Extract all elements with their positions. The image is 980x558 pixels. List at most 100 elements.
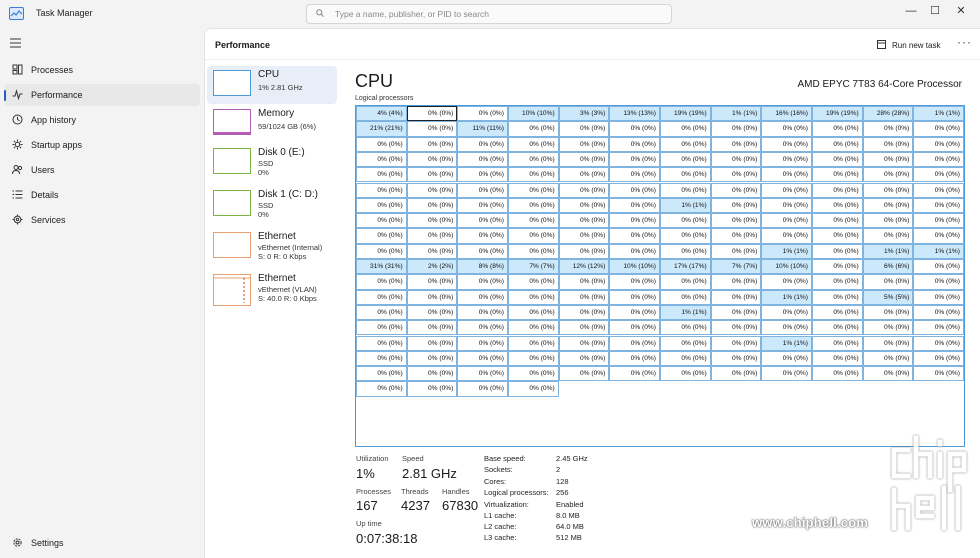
logical-processor-cell: 1% (1%)	[761, 289, 812, 305]
more-options-button[interactable]: ···	[957, 35, 972, 49]
logical-processor-cell: 0% (0%)	[406, 366, 458, 382]
logical-processor-cell: 0% (0%)	[862, 136, 914, 152]
speed-value: 2.81 GHz	[402, 466, 457, 481]
logical-processor-cell: 0% (0%)	[913, 335, 964, 351]
logical-processor-cell: 0% (0%)	[913, 289, 964, 305]
search-input[interactable]	[335, 7, 655, 21]
maximize-button[interactable]: ☐	[922, 2, 948, 20]
logical-processor-cell: 0% (0%)	[406, 335, 458, 351]
logical-processor-cell: 0% (0%)	[660, 243, 711, 259]
logical-processor-cell: 0% (0%)	[406, 274, 458, 290]
sockets-value: 2	[556, 465, 561, 474]
logical-processor-cell: 0% (0%)	[406, 106, 458, 122]
logical-processor-cell: 17% (17%)	[660, 259, 711, 275]
sidebar-item-processes[interactable]: Processes	[4, 59, 200, 81]
logical-processor-cell: 0% (0%)	[812, 350, 863, 367]
logical-processor-cell: 0% (0%)	[609, 151, 660, 168]
logical-processor-cell: 0% (0%)	[812, 259, 863, 275]
logical-processor-cell: 0% (0%)	[457, 335, 508, 351]
logical-processor-cell: 0% (0%)	[609, 274, 660, 290]
sidebar-item-app-history[interactable]: App history	[4, 109, 200, 131]
minimize-button[interactable]: —	[898, 2, 924, 20]
logical-processor-cell: 0% (0%)	[508, 304, 559, 321]
logical-processor-cell: 0% (0%)	[609, 136, 660, 152]
device-disk-0[interactable]: Disk 0 (E:) SSD 0%	[207, 144, 337, 182]
logical-processor-cell: 0% (0%)	[609, 243, 660, 259]
device-ethernet-vlan[interactable]: Ethernet vEthernet (VLAN) S: 40.0 R: 0 K…	[207, 270, 337, 308]
logical-processor-cell: 0% (0%)	[660, 136, 711, 152]
logical-processor-cell: 0% (0%)	[406, 228, 458, 244]
search-box[interactable]	[306, 4, 672, 24]
logical-processor-grid: 4% (4%) 0% (0%) 0% (0%) 10% (10%) 3% (3%) 13%…	[355, 105, 965, 447]
logical-processor-cell: 0% (0%)	[710, 213, 762, 229]
header-divider	[205, 59, 980, 60]
logical-processor-cell: 0% (0%)	[457, 167, 508, 183]
logical-processors-value: 256	[556, 488, 569, 497]
logical-processor-cell: 1% (1%)	[913, 243, 964, 259]
device-name: CPU	[258, 69, 280, 80]
logical-processor-cell: 7% (7%)	[710, 259, 762, 275]
logical-processor-cell: 0% (0%)	[558, 274, 610, 290]
close-button[interactable]: ✕	[948, 2, 974, 20]
logical-processor-cell: 0% (0%)	[558, 243, 610, 259]
uptime-label: Up time	[356, 519, 382, 528]
logical-processor-cell: 0% (0%)	[761, 167, 812, 183]
logical-processor-cell: 8% (8%)	[457, 259, 508, 275]
users-icon	[12, 165, 23, 175]
sidebar-item-details[interactable]: Details	[4, 184, 200, 206]
device-detail: 0%	[258, 210, 269, 219]
hamburger-menu-icon[interactable]	[10, 38, 22, 48]
logical-processor-cell: 0% (0%)	[913, 167, 964, 183]
logical-processor-cell: 0% (0%)	[558, 136, 610, 152]
logical-processor-cell: 0% (0%)	[710, 121, 762, 137]
logical-processor-cell: 0% (0%)	[913, 213, 964, 229]
device-memory[interactable]: Memory 59/1024 GB (6%)	[207, 105, 337, 143]
logical-processor-cell: 0% (0%)	[508, 182, 559, 198]
sidebar-item-users[interactable]: Users	[4, 159, 200, 181]
logical-processor-cell: 0% (0%)	[812, 304, 863, 321]
logical-processor-cell: 1% (1%)	[710, 106, 762, 122]
l2-cache-value: 64.0 MB	[556, 522, 584, 531]
logical-processor-cell: 0% (0%)	[457, 274, 508, 290]
logical-processor-cell: 0% (0%)	[862, 320, 914, 336]
performance-icon	[12, 89, 23, 100]
logical-processor-cell: 0% (0%)	[862, 366, 914, 382]
logical-processor-cell: 0% (0%)	[812, 289, 863, 305]
logical-processor-cell: 0% (0%)	[508, 366, 559, 382]
logical-processor-cell: 0% (0%)	[457, 243, 508, 259]
logical-processor-cell: 0% (0%)	[508, 213, 559, 229]
logical-processor-cell: 0% (0%)	[812, 182, 863, 198]
device-cpu[interactable]: CPU 1% 2.81 GHz	[207, 66, 337, 104]
logical-processor-cell: 0% (0%)	[660, 213, 711, 229]
logical-processor-cell: 0% (0%)	[710, 320, 762, 336]
logical-processor-cell: 1% (1%)	[761, 335, 812, 351]
sidebar-item-startup-apps[interactable]: Startup apps	[4, 134, 200, 156]
logical-processor-cell: 0% (0%)	[356, 335, 407, 351]
logical-processor-cell: 0% (0%)	[862, 304, 914, 321]
sidebar-item-label: Startup apps	[31, 140, 83, 150]
sidebar-item-settings[interactable]: Settings	[4, 532, 200, 554]
processes-value: 167	[356, 498, 378, 513]
main-panel: Performance Run new task ··· CPU 1% 2.81…	[204, 28, 980, 558]
logical-processor-cell: 4% (4%)	[356, 106, 407, 122]
sidebar-item-services[interactable]: Services	[4, 209, 200, 231]
device-disk-1[interactable]: Disk 1 (C: D:) SSD 0%	[207, 186, 337, 224]
device-ethernet-internal[interactable]: Ethernet vEthernet (Internal) S: 0 R: 0 …	[207, 228, 337, 266]
logical-processor-cell: 0% (0%)	[913, 151, 964, 168]
app-title: Task Manager	[36, 8, 93, 18]
logical-processor-cell: 0% (0%)	[913, 366, 964, 382]
cpu-thumbnail	[213, 70, 251, 96]
base-speed-key: Base speed:	[484, 454, 526, 463]
logical-processor-cell: 0% (0%)	[913, 320, 964, 336]
cores-value: 128	[556, 477, 569, 486]
disk-0-thumbnail	[213, 148, 251, 174]
startup-icon	[12, 139, 23, 150]
logical-processor-cell: 0% (0%)	[558, 121, 610, 137]
speed-label: Speed	[402, 454, 424, 463]
sidebar-item-performance[interactable]: Performance	[4, 84, 200, 106]
logical-processor-cell: 0% (0%)	[406, 182, 458, 198]
logical-processor-cell: 0% (0%)	[761, 213, 812, 229]
logical-processor-cell: 0% (0%)	[457, 228, 508, 244]
logical-processor-cell: 0% (0%)	[862, 274, 914, 290]
logical-processor-cell: 0% (0%)	[609, 182, 660, 198]
